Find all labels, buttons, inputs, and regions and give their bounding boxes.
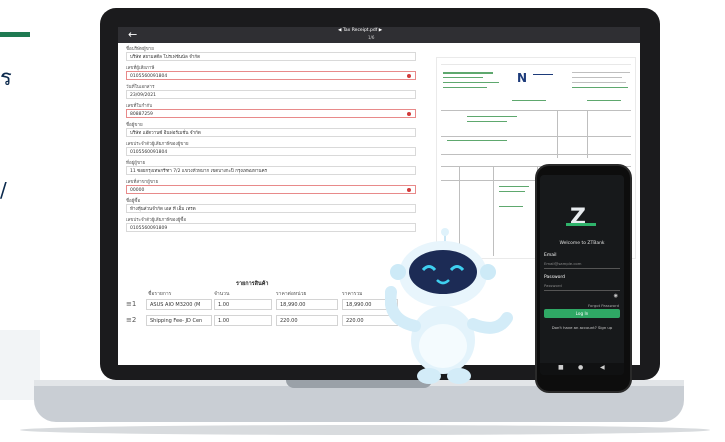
field-label: เลขประจำตัวผู้เสียภาษีของผู้ขาย xyxy=(126,142,189,147)
field-input[interactable]: บริษัท แอ๊ดวานซ์ อินฟอร์เมชั่น จำกัด xyxy=(126,128,416,137)
accent-bar xyxy=(0,32,30,37)
phone-screen: Z Welcome to ZTBank Email Email@sample.c… xyxy=(540,175,624,375)
table-row: ≡1 ASUS AIO M3200 (M 1.00 18,990.00 18,9… xyxy=(126,299,426,311)
eye-icon[interactable]: ◉ xyxy=(614,293,618,299)
items-section-title: รายการสินค้า xyxy=(236,281,269,287)
item-qty-cell[interactable]: 1.00 xyxy=(214,315,272,326)
company-logo: N xyxy=(517,71,528,85)
field-input[interactable]: 11 ซอยกรุงเทพกรีฑา 7/2 แขวงหัวหมาก เขตบา… xyxy=(126,166,416,175)
item-name-cell[interactable]: Shipping Fee- JD Cen xyxy=(146,315,212,326)
item-qty-cell[interactable]: 1.00 xyxy=(214,299,272,310)
field-label: ที่อยู่ผู้ขาย xyxy=(126,161,146,166)
back-icon[interactable]: ◀ xyxy=(600,364,605,371)
field-label: ชื่อผู้ขาย xyxy=(126,123,143,128)
robot-mascot xyxy=(385,228,513,384)
signup-link[interactable]: Don't have an account? Sign up xyxy=(540,325,624,330)
field-input[interactable]: 00000 xyxy=(126,185,416,194)
column-header: ชื่อรายการ xyxy=(148,291,172,297)
page-indicator: 1/6 xyxy=(368,35,375,40)
next-page-icon[interactable]: ▶ xyxy=(377,28,382,33)
login-button[interactable]: Log In xyxy=(544,309,620,318)
item-unit-price-cell[interactable]: 18,990.00 xyxy=(276,299,338,310)
field-input[interactable]: 0105560091804 xyxy=(126,71,416,80)
column-header: ราคารวม xyxy=(342,291,363,297)
field-label: วันที่ในเอกสาร xyxy=(126,85,155,90)
drag-handle-icon[interactable]: ≡2 xyxy=(126,316,136,324)
home-icon[interactable]: ● xyxy=(578,364,583,371)
field-label: เลขที่สาขาผู้ขาย xyxy=(126,180,159,185)
field-label: ชื่อบริษัทผู้ขาย xyxy=(126,47,154,52)
password-label: Password xyxy=(544,275,566,280)
document-title: ◀ Tax Receipt.pdf ▶ xyxy=(338,28,383,33)
email-field[interactable]: Email@sample.com xyxy=(544,259,620,269)
welcome-text: Welcome to ZTBank xyxy=(559,241,605,246)
forgot-password-link[interactable]: Forgot Password xyxy=(588,303,619,308)
field-input[interactable]: 23/09/2021 xyxy=(126,90,416,99)
item-unit-price-cell[interactable]: 220.00 xyxy=(276,315,338,326)
field-input[interactable]: 0105560091804 xyxy=(126,147,416,156)
error-dot-icon xyxy=(407,188,411,192)
logo-accent-bar xyxy=(566,223,596,226)
android-nav-bar: ■ ● ◀ xyxy=(540,363,624,375)
field-input[interactable]: บริษัท สยามสตีล โปรเฟชันนัล จำกัด xyxy=(126,52,416,61)
field-input[interactable]: 0105560091809 xyxy=(126,223,416,232)
column-header: ราคาต่อหน่วย xyxy=(276,291,307,297)
viewer-toolbar: ← ◀ Tax Receipt.pdf ▶ 1/6 xyxy=(118,27,640,43)
recents-icon[interactable]: ■ xyxy=(558,364,564,371)
error-dot-icon xyxy=(407,74,411,78)
field-label: เลขประจำตัวผู้เสียภาษีของผู้ซื้อ xyxy=(126,218,187,223)
field-label: เลขที่ผู้เสียภาษี xyxy=(126,66,155,71)
clipped-heading-glyph: ร xyxy=(0,66,12,91)
table-row: ≡2 Shipping Fee- JD Cen 1.00 220.00 220.… xyxy=(126,315,426,327)
password-field[interactable]: Password xyxy=(544,281,620,291)
laptop-shadow xyxy=(20,425,710,435)
back-arrow-icon[interactable]: ← xyxy=(128,28,137,41)
item-name-cell[interactable]: ASUS AIO M3200 (M xyxy=(146,299,212,310)
field-input[interactable]: ห้างหุ้นส่วนจำกัด เอส ที เอ็ม เทรด xyxy=(126,204,416,213)
clipped-heading-slash: / xyxy=(0,178,7,202)
field-label: เลขที่ใบกำกับ xyxy=(126,104,153,109)
drag-handle-icon[interactable]: ≡1 xyxy=(126,300,136,308)
ztbank-logo-icon: Z xyxy=(570,205,586,230)
email-label: Email xyxy=(544,253,557,258)
error-dot-icon xyxy=(407,112,411,116)
field-label: ชื่อผู้ซื้อ xyxy=(126,199,141,204)
column-header: จำนวน xyxy=(214,291,230,297)
field-input[interactable]: 80887259 xyxy=(126,109,416,118)
